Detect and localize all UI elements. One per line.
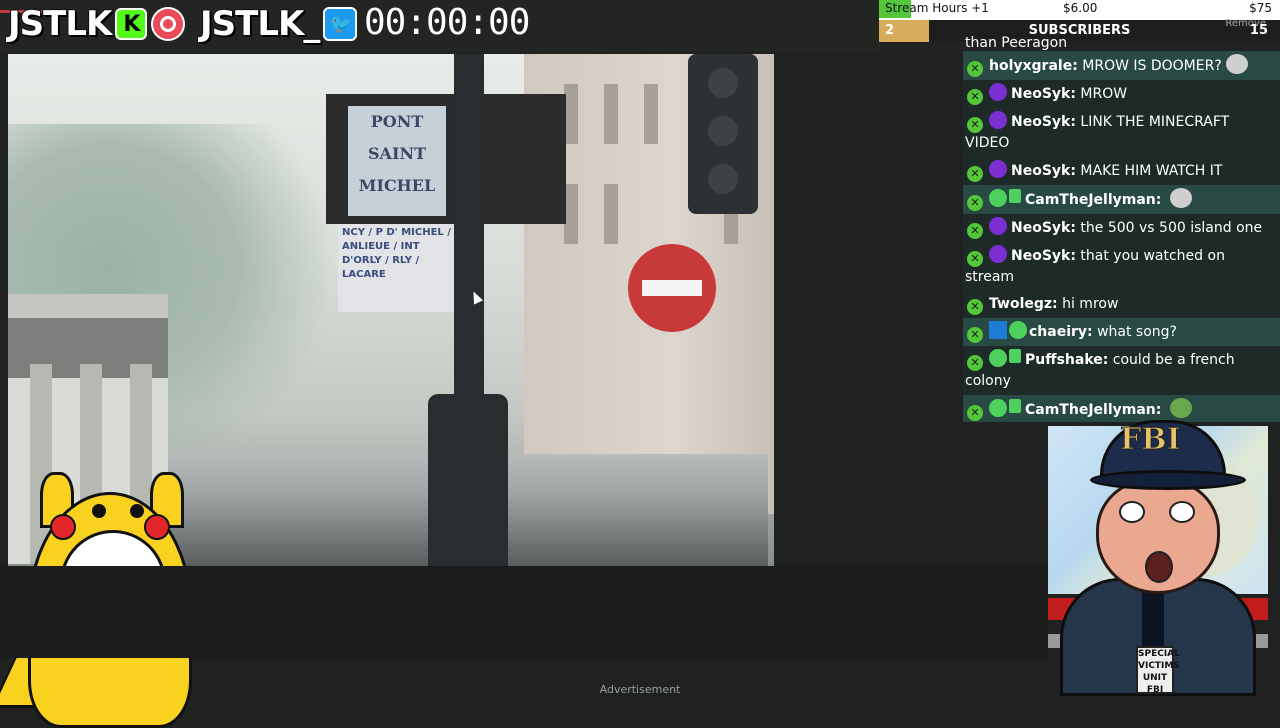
blue-badge-icon: [989, 321, 1007, 339]
overlay-topbar: JSTLK K JSTLK_ 🐦 00:00:00: [0, 0, 880, 52]
bottom-strip: [0, 566, 1048, 658]
gift-badge-icon: [1009, 399, 1021, 413]
chat-username[interactable]: Twolegz:: [989, 296, 1058, 312]
record-icon: [151, 7, 186, 41]
chat-message: ✕ NeoSyk: LINK THE MINECRAFT VIDEO: [963, 108, 1280, 157]
goal-label: Stream Hours +1: [885, 1, 989, 15]
chat-message: ✕ Twolegz: hi mrow: [963, 291, 1280, 318]
twitter-logo-text: JSTLK_: [199, 3, 321, 45]
lamp-post-base: [428, 394, 508, 566]
fbi-agent-avatar: FBI SPECIAL VICTIMS UNIT FBI: [1060, 418, 1256, 696]
chat-fragment: than Peeragon: [965, 36, 1068, 51]
traffic-lamp: [708, 164, 738, 194]
twitter-logo: JSTLK_ 🐦: [199, 3, 358, 45]
chat-message: ✕ NeoSyk: that you watched on stream: [963, 242, 1280, 291]
chat-text: MAKE HIM WATCH IT: [1080, 163, 1223, 179]
mod-ban-icon[interactable]: ✕: [967, 195, 983, 211]
mod-ban-icon[interactable]: ✕: [967, 405, 983, 421]
agent-eye: [1169, 501, 1195, 523]
stream-timer: 00:00:00: [364, 2, 530, 43]
chat-text: what song?: [1097, 324, 1177, 340]
kick-icon: K: [115, 8, 148, 40]
chat-message: ✕ NeoSyk: MAKE HIM WATCH IT: [963, 157, 1280, 185]
emote-icon: [1169, 398, 1192, 418]
chat-message: ✕ holyxgrale: MROW IS DOOMER?: [963, 51, 1280, 80]
chat-username[interactable]: NeoSyk:: [1011, 220, 1076, 236]
goal-amount: $6.00: [1063, 1, 1098, 15]
hood-eye: [130, 504, 144, 518]
agent-mouth: [1145, 551, 1173, 583]
chat-username[interactable]: CamTheJellyman:: [1025, 192, 1161, 208]
mod-ban-icon[interactable]: ✕: [967, 166, 983, 182]
twitter-bird-icon: 🐦: [323, 7, 358, 41]
purple-badge-icon: [989, 83, 1007, 101]
chat-message: ✕ CamTheJellyman:: [963, 185, 1280, 214]
traffic-lamp: [708, 116, 738, 146]
pikachu-cheek: [144, 514, 170, 540]
mod-ban-icon[interactable]: ✕: [967, 223, 983, 239]
goal-progress-row: Stream Hours +1 $6.00 $75: [879, 0, 1280, 18]
building-window: [604, 84, 618, 144]
green-badge-icon: [989, 399, 1007, 417]
advertisement-label: Advertisement: [599, 683, 681, 696]
chat-message-list: ✕ holyxgrale: MROW IS DOOMER? ✕ NeoSyk: MRO…: [963, 51, 1280, 422]
chat-message: ✕ chaeiry: what song?: [963, 318, 1280, 346]
chat-text: MROW: [1080, 86, 1128, 102]
chat-text: MROW IS DOOMER?: [1082, 58, 1222, 74]
gift-badge-icon: [1009, 349, 1021, 363]
chat-username[interactable]: NeoSyk:: [1011, 248, 1076, 264]
building-window: [564, 184, 578, 244]
chat-username[interactable]: CamTheJellyman:: [1025, 402, 1161, 418]
chat-username[interactable]: holyxgrale:: [989, 58, 1078, 74]
green-badge-icon: [989, 349, 1007, 367]
pikachu-cheek: [50, 514, 76, 540]
green-badge-icon: [1009, 321, 1027, 339]
green-badge-icon: [989, 189, 1007, 207]
mod-ban-icon[interactable]: ✕: [967, 299, 983, 315]
hood-eye: [92, 504, 106, 518]
chat-message: ✕ NeoSyk: MROW: [963, 80, 1280, 108]
mod-ban-icon[interactable]: ✕: [967, 61, 983, 77]
mod-ban-icon[interactable]: ✕: [967, 89, 983, 105]
agent-eye: [1119, 501, 1145, 523]
mod-ban-icon[interactable]: ✕: [967, 327, 983, 343]
agent-face: [1096, 478, 1220, 594]
emote-icon: [1225, 54, 1248, 74]
chat-text: the 500 vs 500 island one: [1080, 220, 1263, 236]
chat-username[interactable]: NeoSyk:: [1011, 86, 1076, 102]
mod-ban-icon[interactable]: ✕: [967, 117, 983, 133]
traffic-lamp: [708, 68, 738, 98]
emote-icon: [1169, 188, 1192, 208]
chat-username[interactable]: Puffshake:: [1025, 352, 1108, 368]
mod-ban-icon[interactable]: ✕: [967, 251, 983, 267]
chat-message: ✕ Puffshake: could be a french colony: [963, 346, 1280, 395]
chat-username[interactable]: chaeiry:: [1029, 324, 1093, 340]
building-window: [604, 184, 618, 244]
kick-logo: JSTLK K: [7, 3, 186, 45]
chat-text: hi mrow: [1062, 296, 1119, 312]
mod-ban-icon[interactable]: ✕: [967, 355, 983, 371]
kiosk-roof: [8, 294, 168, 318]
building-window: [564, 84, 578, 144]
building-window: [644, 84, 658, 144]
no-entry-sign: [628, 244, 716, 332]
direction-sign: NCY / P D' MICHEL / ANLIEUE / INT D'ORLY…: [338, 222, 458, 312]
chat-username[interactable]: NeoSyk:: [1011, 163, 1076, 179]
chat-panel: than Peeragon ✕ holyxgrale: MROW IS DOOME…: [963, 36, 1280, 422]
purple-badge-icon: [989, 245, 1007, 263]
purple-badge-icon: [989, 217, 1007, 235]
fbi-cap-brim: [1090, 470, 1246, 490]
traffic-light: [688, 54, 758, 214]
purple-badge-icon: [989, 160, 1007, 178]
street-sign-pont-saint-michel: PONT SAINT MICHEL: [348, 106, 446, 216]
chat-message: ✕ NeoSyk: the 500 vs 500 island one: [963, 214, 1280, 242]
goal-target: $75: [1249, 1, 1272, 15]
purple-badge-icon: [989, 111, 1007, 129]
street-sign-board: PONT SAINT MICHEL: [326, 94, 566, 224]
fbi-cap-text: FBI: [1120, 422, 1182, 458]
kick-logo-text: JSTLK: [7, 3, 113, 45]
chat-username[interactable]: NeoSyk:: [1011, 114, 1076, 130]
gift-badge-icon: [1009, 189, 1021, 203]
